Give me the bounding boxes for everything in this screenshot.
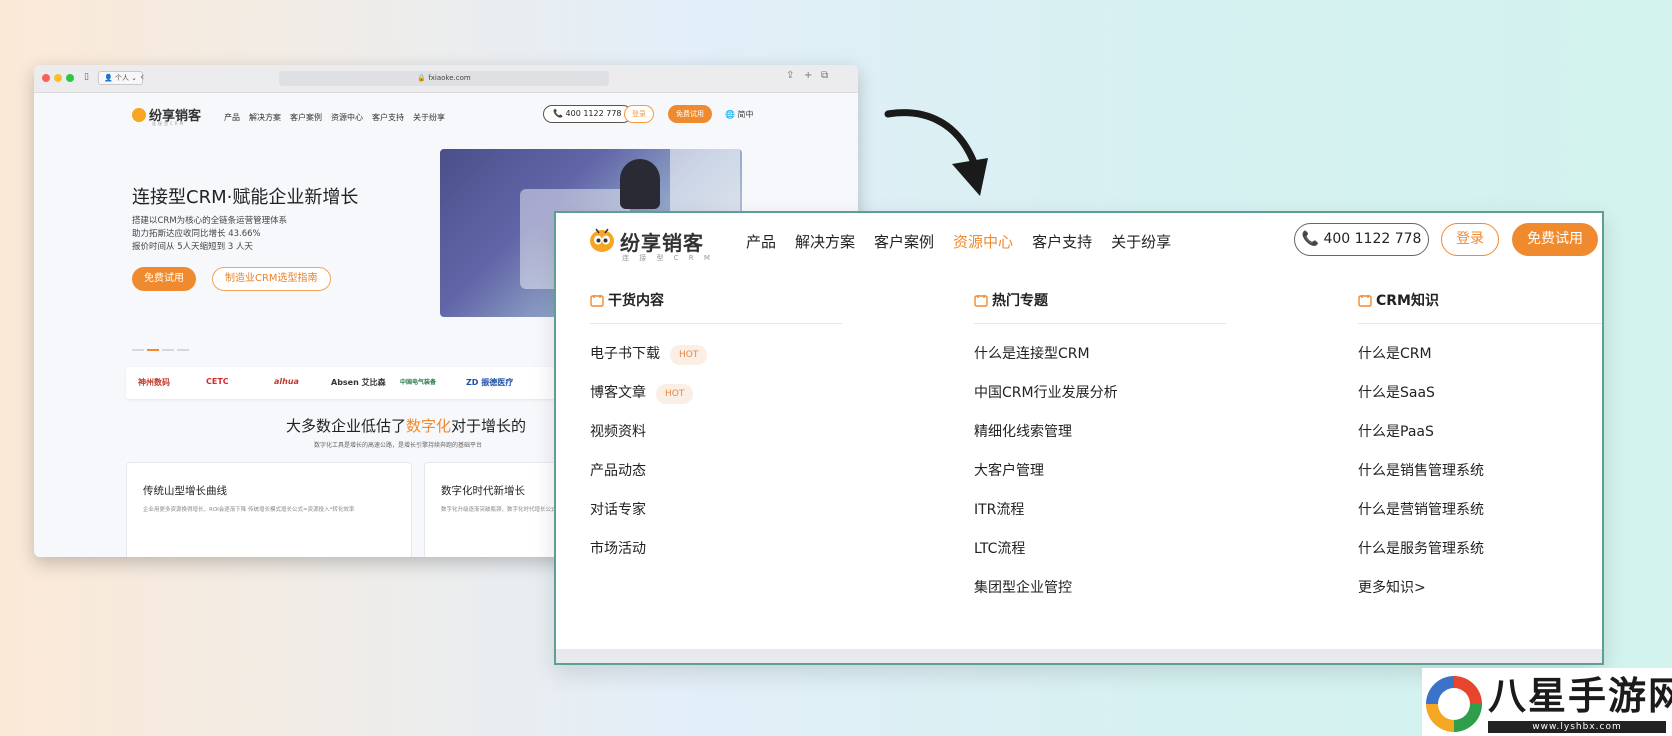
section-title: 大多数企业低估了数字化对于增长的 bbox=[286, 417, 527, 435]
curved-arrow-icon bbox=[884, 109, 988, 196]
login-button-small[interactable]: 登录 bbox=[624, 105, 654, 123]
client-logo: 神州数码 bbox=[138, 378, 170, 387]
nav-item[interactable]: 产品 bbox=[224, 113, 240, 122]
menu-item[interactable]: 集团型企业管控 bbox=[974, 578, 1226, 617]
menu-item-product-news[interactable]: 产品动态 bbox=[590, 461, 842, 500]
site-logo-small[interactable]: 纷享销客 连接型CRM bbox=[132, 105, 201, 126]
share-icon[interactable]: ⇪ bbox=[786, 70, 794, 81]
hero-guide-button[interactable]: 制造业CRM选型指南 bbox=[212, 267, 331, 291]
resource-center-dropdown: 纷享销客 连 接 型 C R M 产品 解决方案 客户案例 资源中心 客户支持 关于纷享 … bbox=[554, 211, 1604, 665]
nav-item-cases[interactable]: 客户案例 bbox=[874, 233, 934, 251]
more-knowledge-link[interactable]: 更多知识> bbox=[1358, 578, 1602, 617]
divider bbox=[590, 323, 842, 324]
globe-icon: 🌐 bbox=[725, 110, 735, 119]
hero-trial-button[interactable]: 免费试用 bbox=[132, 267, 196, 291]
carousel-pager[interactable] bbox=[132, 336, 192, 355]
bee-logo-icon bbox=[132, 108, 146, 122]
menu-item-expert-talk[interactable]: 对话专家 bbox=[590, 500, 842, 539]
client-logo: Absen 艾比森 bbox=[331, 378, 386, 387]
sidebar-icon[interactable]: ▯ bbox=[84, 72, 89, 82]
profile-label: 个人 bbox=[114, 74, 129, 82]
menu-item[interactable]: 精细化线索管理 bbox=[974, 422, 1226, 461]
divider bbox=[974, 323, 1226, 324]
nav-item[interactable]: 客户案例 bbox=[290, 113, 322, 122]
site-watermark: 八星手游网 www.lyshbx.com bbox=[1422, 668, 1672, 736]
client-logo: CETC bbox=[206, 377, 229, 386]
profile-button[interactable]: 👤 个人 ⌄ bbox=[98, 71, 144, 85]
address-bar[interactable]: 🔒 fxiaoke.com bbox=[279, 71, 609, 86]
hero-title: 连接型CRM·赋能企业新增长 bbox=[132, 187, 359, 208]
hot-badge: HOT bbox=[670, 345, 708, 365]
client-logo: 中国电气装备 bbox=[400, 379, 437, 386]
free-trial-button[interactable]: 免费试用 bbox=[1512, 223, 1598, 256]
close-window-button[interactable] bbox=[42, 74, 50, 82]
menu-column-topics: 热门专题 什么是连接型CRM 中国CRM行业发展分析 精细化线索管理 大客户管理… bbox=[974, 291, 1226, 617]
info-card[interactable]: 传统山型增长曲线 企业用更多资源换得增长，ROI会逐渐下降 传统增长模式增长公式… bbox=[126, 462, 412, 557]
browser-toolbar: ▯ 👤 个人 ⌄ ‹ 🔒 fxiaoke.com ⇪ + ⧉ bbox=[34, 65, 858, 93]
phone-button-small[interactable]: 📞 400 1122 778 bbox=[543, 105, 632, 123]
nav-item[interactable]: 关于纷享 bbox=[413, 113, 445, 122]
menu-item-events[interactable]: 市场活动 bbox=[590, 539, 842, 578]
client-logo-strip: 神州数码 CETC alhua Absen 艾比森 中国电气装备 ZD 振德医疗 bbox=[126, 367, 576, 399]
menu-item[interactable]: 什么是SaaS bbox=[1358, 383, 1602, 422]
nav-item-solutions[interactable]: 解决方案 bbox=[795, 233, 855, 251]
nav-item[interactable]: 解决方案 bbox=[249, 113, 281, 122]
menu-item[interactable]: 什么是营销管理系统 bbox=[1358, 500, 1602, 539]
watermark-title: 八星手游网 bbox=[1488, 674, 1672, 718]
section-subtitle: 数字化工具是增长的高速公路，是增长引擎持续奔跑的基础平台 bbox=[314, 442, 483, 449]
nav-item-about[interactable]: 关于纷享 bbox=[1111, 233, 1171, 251]
menu-item[interactable]: LTC流程 bbox=[974, 539, 1226, 578]
folder-icon bbox=[974, 295, 988, 307]
column-heading: 热门专题 bbox=[974, 291, 1226, 311]
hero-description: 搭建以CRM为核心的全链条运营管理体系 助力拓斯达应收同比增长 43.66% 报… bbox=[132, 216, 288, 252]
menu-item-ebook[interactable]: 电子书下载 HOT bbox=[590, 344, 842, 383]
column-heading: CRM知识 bbox=[1358, 291, 1602, 311]
watermark-logo-icon bbox=[1426, 676, 1482, 732]
tabs-overview-icon[interactable]: ⧉ bbox=[821, 70, 828, 81]
menu-item[interactable]: 大客户管理 bbox=[974, 461, 1226, 500]
menu-item[interactable]: 什么是PaaS bbox=[1358, 422, 1602, 461]
back-icon[interactable]: ‹ bbox=[140, 70, 144, 83]
scroll-footer-strip bbox=[556, 649, 1602, 663]
nav-item-products[interactable]: 产品 bbox=[746, 233, 776, 251]
login-button[interactable]: 登录 bbox=[1441, 223, 1499, 256]
new-tab-icon[interactable]: + bbox=[804, 70, 812, 81]
free-trial-button-small[interactable]: 免费试用 bbox=[668, 105, 712, 123]
zoom-window-button[interactable] bbox=[66, 74, 74, 82]
menu-item[interactable]: 中国CRM行业发展分析 bbox=[974, 383, 1226, 422]
phone-icon: 📞 bbox=[1301, 231, 1319, 247]
folder-icon bbox=[590, 295, 604, 307]
menu-item-video[interactable]: 视频资料 bbox=[590, 422, 842, 461]
column-heading: 干货内容 bbox=[590, 291, 842, 311]
language-switch[interactable]: 🌐 简中 bbox=[725, 109, 754, 120]
phone-button[interactable]: 📞 400 1122 778 bbox=[1294, 223, 1429, 256]
menu-column-crm-knowledge: CRM知识 什么是CRM 什么是SaaS 什么是PaaS 什么是销售管理系统 什… bbox=[1358, 291, 1602, 617]
main-nav: 产品 解决方案 客户案例 资源中心 客户支持 关于纷享 bbox=[746, 231, 1190, 252]
menu-item[interactable]: ITR流程 bbox=[974, 500, 1226, 539]
nav-item-resources[interactable]: 资源中心 bbox=[953, 233, 1013, 251]
site-header-small: 纷享销客 连接型CRM 产品 解决方案 客户案例 资源中心 客户支持 关于纷享 📞 400 … bbox=[34, 93, 858, 137]
menu-item-blog[interactable]: 博客文章 HOT bbox=[590, 383, 842, 422]
url-text: fxiaoke.com bbox=[428, 74, 471, 82]
menu-item[interactable]: 什么是服务管理系统 bbox=[1358, 539, 1602, 578]
hot-badge: HOT bbox=[656, 384, 694, 404]
nav-item[interactable]: 客户支持 bbox=[372, 113, 404, 122]
divider bbox=[1358, 323, 1602, 324]
watermark-url: www.lyshbx.com bbox=[1488, 721, 1666, 733]
nav-item-support[interactable]: 客户支持 bbox=[1032, 233, 1092, 251]
menu-item[interactable]: 什么是销售管理系统 bbox=[1358, 461, 1602, 500]
menu-column-content: 干货内容 电子书下载 HOT 博客文章 HOT 视频资料 产品动态 对话专家 市场活… bbox=[590, 291, 842, 578]
nav-item[interactable]: 资源中心 bbox=[331, 113, 363, 122]
folder-icon bbox=[1358, 295, 1372, 307]
client-logo: alhua bbox=[274, 377, 299, 386]
site-header: 纷享销客 连 接 型 C R M 产品 解决方案 客户案例 资源中心 客户支持 关于纷享 … bbox=[556, 213, 1602, 269]
client-logo: ZD 振德医疗 bbox=[466, 378, 514, 387]
menu-item[interactable]: 什么是连接型CRM bbox=[974, 344, 1226, 383]
main-nav-small: 产品 解决方案 客户案例 资源中心 客户支持 关于纷享 bbox=[224, 112, 454, 123]
menu-item[interactable]: 什么是CRM bbox=[1358, 344, 1602, 383]
minimize-window-button[interactable] bbox=[54, 74, 62, 82]
bee-logo-icon bbox=[590, 228, 614, 252]
